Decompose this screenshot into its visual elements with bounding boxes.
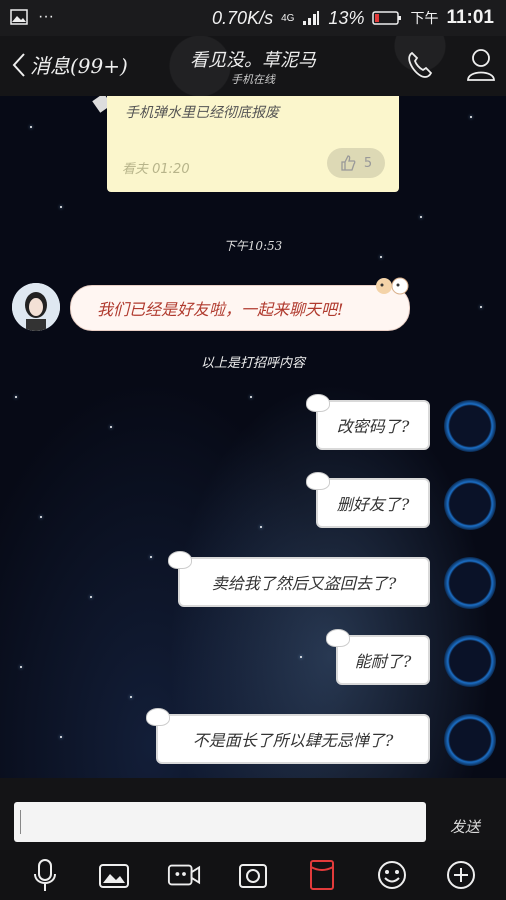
text-cursor — [20, 810, 21, 834]
my-message-bubble[interactable]: 删好友了? — [316, 478, 430, 528]
like-button[interactable]: 5 — [327, 148, 385, 178]
my-message-bubble[interactable]: 改密码了? — [316, 400, 430, 450]
chat-header: 消息(99+) 看见没。草泥马 手机在线 — [0, 36, 506, 96]
my-message-text: 改密码了? — [336, 417, 410, 436]
gallery-icon — [10, 9, 28, 25]
my-message-text: 卖给我了然后又盗回去了? — [211, 574, 397, 593]
my-message-bubble[interactable]: 卖给我了然后又盗回去了? — [178, 557, 430, 607]
emoji-icon — [377, 861, 406, 889]
note-meta: 看夫 01:20 — [122, 162, 190, 177]
note-text: 手机弹水里已经彻底报废 — [125, 105, 279, 121]
chat-area[interactable]: 手机弹水里已经彻底报废 看夫 01:20 5 下午10:53 我们已经是好友啦，… — [0, 96, 506, 778]
more-dots-icon: ··· — [38, 8, 54, 25]
bear-sticker-icon — [306, 394, 330, 412]
like-count: 5 — [363, 155, 373, 171]
pinned-note[interactable]: 手机弹水里已经彻底报废 看夫 01:20 5 — [107, 96, 399, 192]
my-avatar[interactable] — [444, 714, 496, 766]
clock: 11:01 — [446, 7, 494, 28]
bear-sticker-icon — [306, 472, 330, 490]
friend-message-text: 我们已经是好友啦，一起来聊天吧! — [97, 300, 344, 319]
my-message-text: 能耐了? — [354, 652, 412, 671]
composer: 发送 — [0, 778, 506, 850]
ampm-label: 下午 — [410, 10, 439, 26]
my-avatar[interactable] — [444, 557, 496, 609]
camera-icon — [238, 864, 267, 888]
profile-icon[interactable] — [466, 46, 496, 84]
phone-call-icon[interactable] — [406, 50, 434, 80]
emoji-button[interactable] — [375, 858, 409, 892]
camera-button[interactable] — [236, 858, 270, 892]
network-speed: 0.70K/s — [212, 7, 274, 28]
thumbs-up-icon — [341, 155, 356, 171]
my-avatar[interactable] — [444, 635, 496, 687]
send-button[interactable]: 发送 — [450, 816, 480, 837]
message-input[interactable] — [14, 802, 426, 842]
friend-avatar[interactable] — [12, 283, 60, 331]
signal-icon — [303, 11, 320, 25]
avatar — [12, 283, 60, 331]
plus-button[interactable] — [444, 858, 478, 892]
friend-message-bubble[interactable]: 我们已经是好友啦，一起来聊天吧! — [70, 285, 410, 331]
video-button[interactable] — [167, 858, 201, 892]
my-message-bubble[interactable]: 能耐了? — [336, 635, 430, 685]
microphone-icon — [33, 859, 56, 891]
my-message-text: 不是面长了所以肆无忌惮了? — [192, 731, 394, 750]
video-icon — [167, 864, 200, 886]
system-note: 以上是打招呼内容 — [200, 356, 305, 371]
red-packet-icon — [310, 860, 335, 890]
signal-label: 4G — [281, 12, 295, 24]
image-icon — [99, 864, 130, 888]
bear-sticker-icon — [326, 629, 350, 647]
image-button[interactable] — [97, 858, 131, 892]
red-packet-button[interactable] — [305, 858, 339, 892]
my-avatar[interactable] — [444, 478, 496, 530]
microphone-button[interactable] — [28, 858, 62, 892]
my-avatar[interactable] — [444, 400, 496, 452]
input-toolbar — [0, 850, 506, 900]
plus-icon — [447, 861, 476, 889]
battery-icon — [372, 11, 402, 25]
my-message-text: 删好友了? — [336, 495, 410, 514]
bear-sticker-icon — [146, 708, 170, 726]
bunny-sticker-icon — [376, 277, 409, 295]
message-timestamp: 下午10:53 — [223, 239, 283, 253]
status-bar: ··· 0.70K/s 4G 13% 下午 11:01 — [0, 0, 506, 36]
battery-percent: 13% — [328, 7, 365, 28]
bear-sticker-icon — [168, 551, 192, 569]
my-message-bubble[interactable]: 不是面长了所以肆无忌惮了? — [156, 714, 430, 764]
